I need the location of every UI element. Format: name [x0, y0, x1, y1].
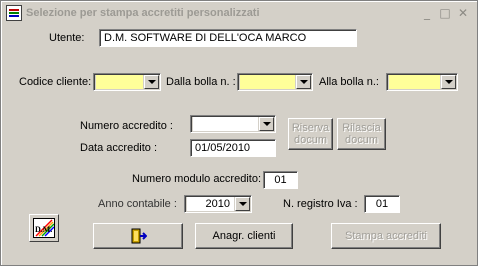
exit-button[interactable] — [93, 223, 183, 249]
window-title: Selezione per stampa accretiti personali… — [26, 7, 260, 19]
riserva-line2: docum — [293, 134, 328, 146]
riserva-line1: Riserva — [291, 122, 330, 134]
rilascia-line2: docum — [344, 134, 379, 146]
alla-bolla-label: Alla bolla n.: — [319, 76, 379, 88]
title-bar: Selezione per stampa accretiti personali… — [3, 3, 475, 23]
anno-contabile-combo[interactable]: 2010 — [184, 195, 252, 213]
dm-logo-icon: D.M. — [33, 218, 55, 238]
anno-contabile-label: Anno contabile : — [98, 198, 177, 210]
registro-iva-label: N. registro Iva : — [283, 198, 358, 210]
chevron-down-icon[interactable] — [144, 75, 159, 89]
riserva-docum-button[interactable]: Riserva docum — [288, 118, 333, 150]
chevron-down-icon[interactable] — [259, 117, 274, 131]
dalla-bolla-combo[interactable] — [237, 73, 313, 91]
minimize-icon[interactable]: _ — [419, 6, 435, 20]
registro-iva-field[interactable]: 01 — [364, 195, 400, 213]
stampa-accrediti-button[interactable]: Stampa accrediti — [331, 223, 441, 249]
app-icon — [6, 5, 22, 21]
numero-modulo-field[interactable]: 01 — [263, 171, 298, 189]
chevron-down-icon[interactable] — [235, 197, 250, 211]
rilascia-docum-button[interactable]: Rilascia docum — [337, 118, 386, 150]
codice-cliente-combo[interactable] — [93, 73, 161, 91]
logo-button[interactable]: D.M. — [29, 214, 59, 242]
alla-bolla-combo[interactable] — [386, 73, 458, 91]
dalla-bolla-label: Dalla bolla n. : — [166, 76, 236, 88]
exit-door-icon — [131, 228, 147, 244]
logo-text: D.M. — [35, 225, 53, 234]
numero-accredito-label: Numero accredito : — [80, 120, 173, 132]
close-icon[interactable]: ✕ — [455, 6, 471, 20]
codice-cliente-label: Codice cliente: — [19, 76, 92, 88]
utente-label: Utente: — [49, 32, 85, 44]
dalla-bolla-value — [240, 75, 295, 89]
numero-modulo-label: Numero modulo accredito: — [132, 173, 262, 185]
numero-accredito-value — [193, 117, 258, 131]
anagr-clienti-button[interactable]: Anagr. clienti — [195, 223, 293, 249]
codice-cliente-value — [96, 75, 143, 89]
chevron-down-icon[interactable] — [441, 75, 456, 89]
numero-accredito-combo[interactable] — [190, 115, 276, 133]
chevron-down-icon[interactable] — [296, 75, 311, 89]
dialog-window: Selezione per stampa accretiti personali… — [0, 0, 478, 266]
data-accredito-label: Data accredito : — [80, 142, 158, 154]
restore-icon[interactable]: □ — [437, 6, 453, 20]
rilascia-line1: Rilascia — [342, 122, 381, 134]
alla-bolla-value — [389, 75, 440, 89]
utente-field[interactable]: D.M. SOFTWARE DI DELL'OCA MARCO — [99, 29, 357, 47]
data-accredito-field[interactable]: 01/05/2010 — [190, 139, 276, 157]
anno-contabile-value: 2010 — [187, 197, 234, 211]
window-controls: _ □ ✕ — [419, 6, 471, 20]
